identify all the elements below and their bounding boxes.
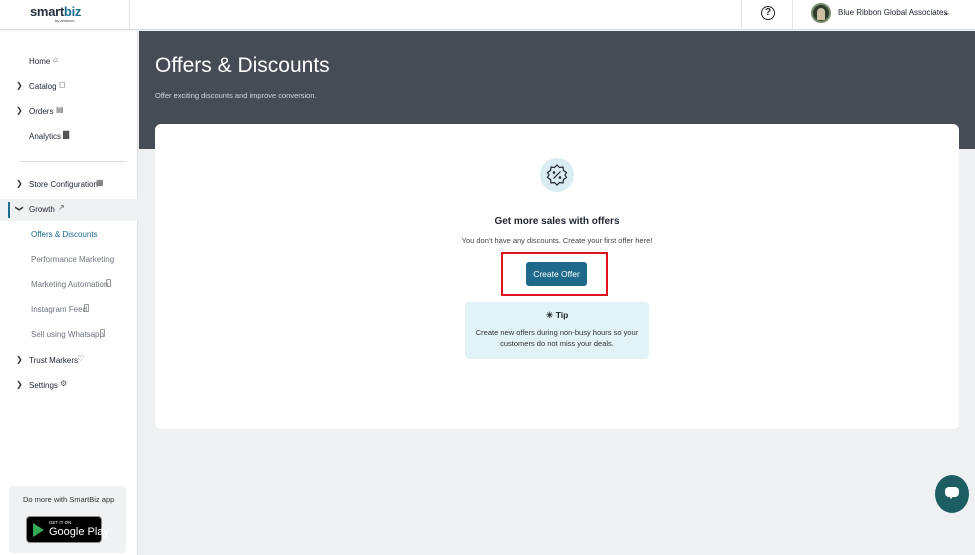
app-promo-text: Do more with SmartBiz app [23,495,115,504]
sidebar-item-settings[interactable]: ❯ Settings ⚙ [0,375,138,397]
chevron-right-icon: ❯ [16,106,23,115]
tip-heading-label: Tip [555,310,569,320]
logo-text-main: smart [30,4,64,19]
bar-chart-icon: ▇ [63,130,70,139]
sidebar-item-label: Settings [29,381,58,390]
clipboard-icon: ▤ [56,105,64,114]
logo-byline: by amazon [55,18,75,23]
empty-state-text: You don't have any discounts. Create you… [461,236,653,245]
google-play-badge[interactable]: GET IT ON Google Play [26,516,109,543]
sidebar-item-label: Growth [29,205,55,214]
create-offer-button[interactable]: Create Offer [526,262,587,286]
sidebar-item-store-configuration[interactable]: ❯ Store Configuration ▦ [0,174,138,196]
chevron-right-icon: ❯ [16,355,23,364]
play-store-icon [33,523,44,537]
store-icon: ▦ [96,178,104,187]
external-icon [84,304,89,312]
sidebar-divider [20,161,126,162]
chat-icon [945,487,959,499]
tip-box: ☀ Tip Create new offers during non-busy … [465,302,649,359]
chevron-down-icon[interactable]: ⌄ [943,7,951,18]
smartbiz-logo[interactable]: smartbiz [30,4,81,19]
sidebar-subitem-instagram-feed[interactable]: Instagram Feed [0,300,138,320]
tip-heading: ☀ Tip [465,310,649,321]
sidebar-subitem-marketing-automation[interactable]: Marketing Automation [0,275,138,295]
sidebar-item-label: Home [29,57,51,66]
top-bar: smartbiz by amazon ? Blue Ribbon Global … [0,0,975,30]
gear-icon: ⚙ [60,379,68,388]
sidebar-item-home[interactable]: Home ⌂ [0,51,138,73]
sidebar-subitem-label: Instagram Feed [31,305,88,314]
app-promo: Do more with SmartBiz app GET IT ON Goog… [9,486,126,553]
chevron-right-icon: ❯ [16,179,23,188]
empty-state-title: Get more sales with offers [494,216,620,227]
logo-area[interactable]: smartbiz by amazon [0,0,130,30]
chevron-right-icon: ❯ [16,380,23,389]
page-subtitle: Offer exciting discounts and improve con… [155,91,317,100]
external-icon [100,329,105,337]
sidebar-subitem-label: Performance Marketing [31,255,115,264]
lightbulb-icon: ☀ [545,310,554,320]
page-title: Offers & Discounts [155,54,330,77]
avatar[interactable] [811,3,831,23]
sidebar-item-catalog[interactable]: ❯ Catalog ◻ [0,76,138,98]
chevron-right-icon: ❯ [16,81,23,90]
sidebar-subitem-sell-using-whatsapp[interactable]: Sell using Whatsapp [0,325,138,345]
google-play-small-text: GET IT ON [49,520,72,525]
external-icon [106,279,111,287]
sidebar-item-label: Trust Markers [29,356,79,365]
sidebar-subitem-performance-marketing[interactable]: Performance Marketing [0,250,138,270]
logo-text-accent: biz [63,4,82,19]
sidebar-item-label: Orders [29,107,54,116]
home-icon: ⌂ [53,55,58,64]
sidebar-item-label: Store Configuration [29,180,98,189]
sidebar-item-orders[interactable]: ❯ Orders ▤ [0,101,138,123]
discount-badge-icon [540,158,574,192]
tip-body: Create new offers during non-busy hours … [475,328,639,348]
sidebar-item-analytics[interactable]: Analytics ▇ [0,126,138,148]
chevron-down-icon: ❯ [14,205,24,212]
google-play-label: Google Play [49,526,109,538]
chat-button[interactable] [935,475,969,513]
sidebar-item-label: Catalog [29,82,57,91]
sidebar-subitem-label: Marketing Automation [31,280,109,289]
account-name[interactable]: Blue Ribbon Global Associates [838,8,947,17]
box-icon: ◻ [59,80,66,89]
sidebar-item-trust-markers[interactable]: ❯ Trust Markers ♡ [0,350,138,372]
shield-icon: ♡ [77,354,85,363]
trend-up-icon: ↗ [58,203,65,212]
sidebar: Home ⌂ ❯ Catalog ◻ ❯ Orders ▤ Analytics … [0,31,138,555]
sidebar-subitem-label: Sell using Whatsapp [31,330,104,339]
sidebar-item-label: Analytics [29,132,62,141]
question-circle-icon[interactable]: ? [761,6,775,20]
